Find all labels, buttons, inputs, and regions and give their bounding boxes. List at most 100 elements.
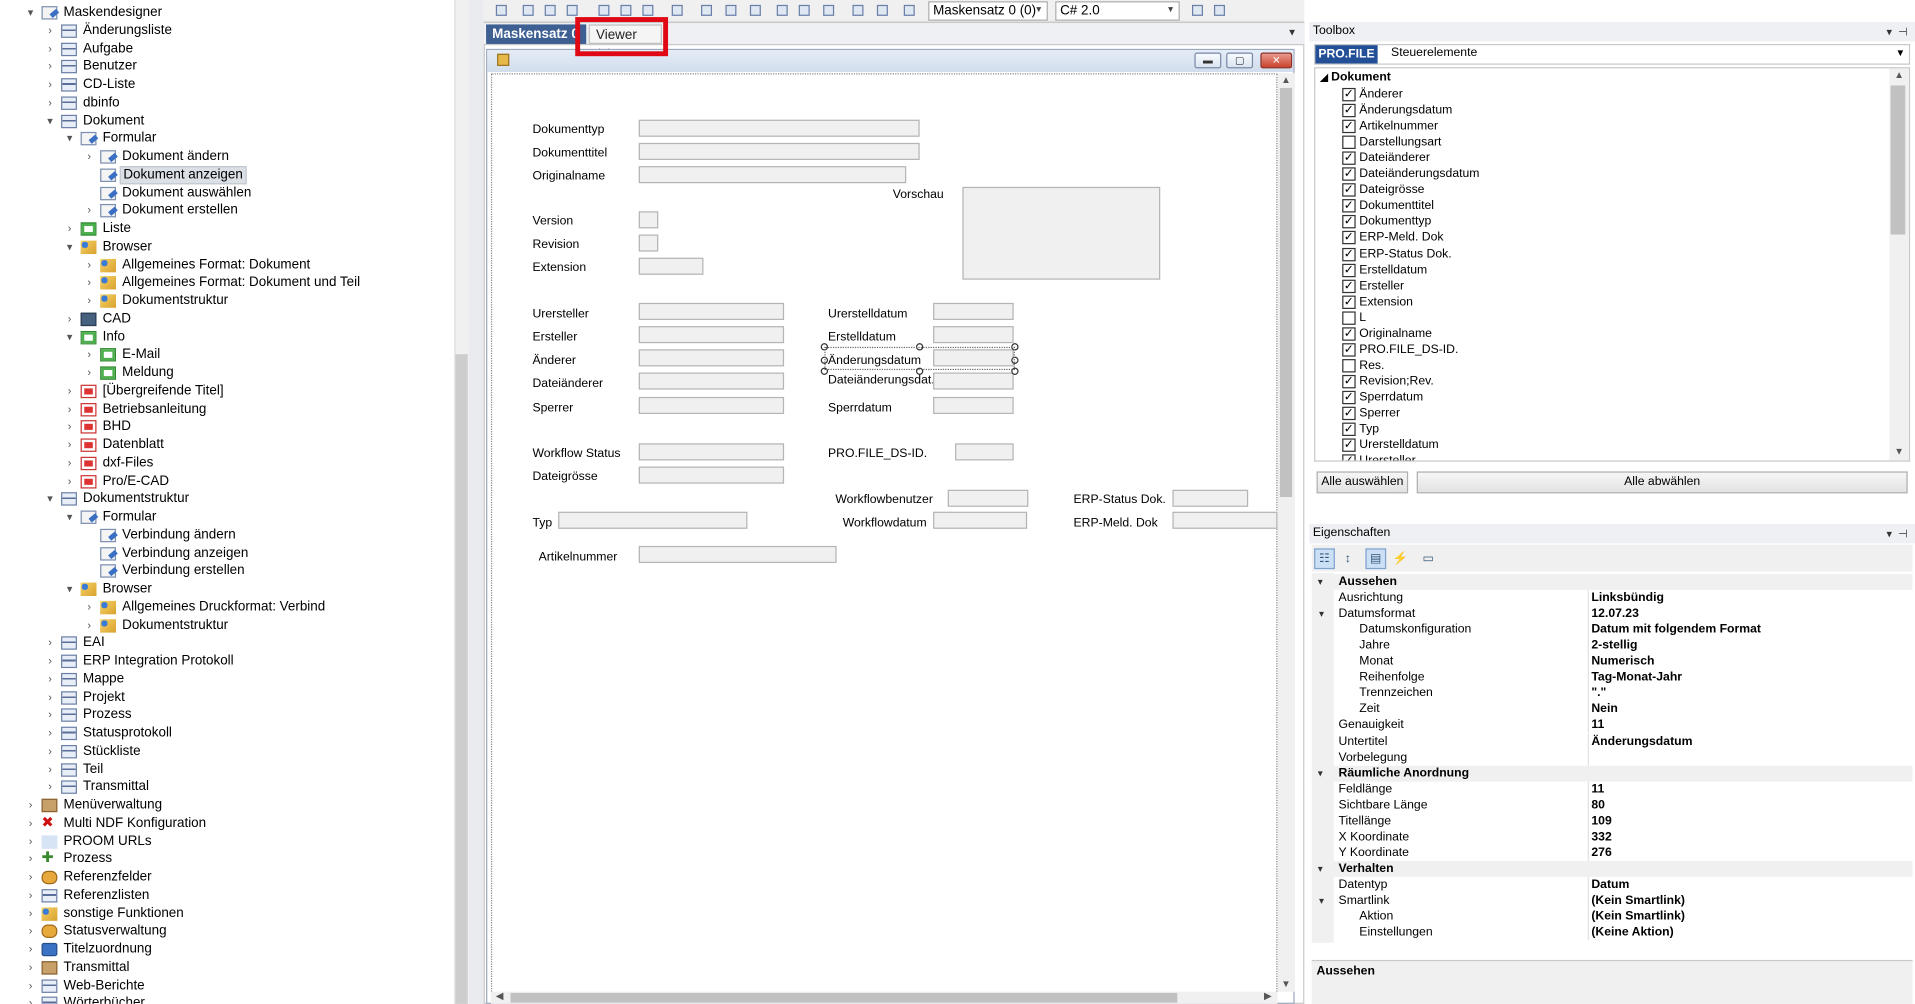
- field-label-version[interactable]: Version: [532, 215, 573, 230]
- field-input-dateiaenderer[interactable]: [638, 372, 785, 390]
- tree-scrollbar-thumb[interactable]: [455, 354, 468, 1004]
- property-row[interactable]: Vorbelegung: [1312, 749, 1913, 766]
- property-value[interactable]: 276: [1591, 845, 1611, 861]
- field-label-workflowdatum[interactable]: Workflowdatum: [843, 517, 927, 532]
- run-icon[interactable]: [1190, 2, 1206, 18]
- collapse-icon[interactable]: ◢: [1320, 72, 1328, 83]
- align-bottom-icon[interactable]: [640, 2, 656, 18]
- form-horizontal-scrollbar-thumb[interactable]: [510, 992, 1178, 1003]
- expand-arrow-icon[interactable]: ›: [44, 58, 56, 76]
- field-input-dokumenttitel[interactable]: [638, 142, 920, 160]
- tree-item[interactable]: › [Übergreifende Titel]: [0, 382, 454, 400]
- field-input-dateigroesse[interactable]: [638, 466, 785, 484]
- field-label-dateiaenderer[interactable]: Dateiänderer: [532, 377, 603, 392]
- language-select[interactable]: C# 2.0 ▼: [1055, 1, 1180, 21]
- checkbox[interactable]: [1342, 311, 1356, 325]
- tree-item[interactable]: › Statusprotokoll: [0, 724, 454, 742]
- checkbox[interactable]: [1342, 358, 1356, 373]
- expand-arrow-icon[interactable]: ›: [83, 256, 95, 274]
- toolbox-group-header[interactable]: ◢ Dokument: [1320, 71, 1391, 84]
- expand-arrow-icon[interactable]: ›: [83, 616, 95, 634]
- increase-vspacing-icon[interactable]: [796, 2, 812, 18]
- expand-arrow-icon[interactable]: ›: [44, 40, 56, 58]
- checkbox[interactable]: ✓: [1342, 119, 1356, 134]
- collapse-arrow-icon[interactable]: ▾: [64, 580, 76, 598]
- tree-item[interactable]: ▾ Info: [0, 328, 454, 346]
- expand-arrow-icon[interactable]: ›: [24, 850, 36, 868]
- expand-arrow-icon[interactable]: ›: [24, 904, 36, 922]
- expand-arrow-icon[interactable]: ›: [64, 418, 76, 436]
- scroll-left-icon[interactable]: ◀: [492, 990, 507, 1001]
- collapse-icon[interactable]: ▾: [1318, 861, 1323, 877]
- properties-icon[interactable]: ▤: [1365, 548, 1387, 570]
- maximize-icon[interactable]: ▢: [1226, 52, 1254, 69]
- minimize-icon[interactable]: ▬: [1194, 52, 1222, 69]
- decrease-vspacing-icon[interactable]: [821, 2, 837, 18]
- field-input-ersteller[interactable]: [638, 326, 785, 344]
- expand-arrow-icon[interactable]: ›: [44, 742, 56, 760]
- tree-item[interactable]: › Wörterbücher: [0, 994, 454, 1004]
- align-right-icon[interactable]: [564, 2, 580, 18]
- save-icon[interactable]: [493, 2, 509, 18]
- export-icon[interactable]: [1212, 2, 1228, 18]
- checkbox[interactable]: ✓: [1342, 247, 1356, 261]
- tree-item[interactable]: › Stückliste: [0, 742, 454, 760]
- expand-arrow-icon[interactable]: ›: [83, 598, 95, 616]
- field-input-erstelldatum[interactable]: [933, 326, 1014, 344]
- tree-item[interactable]: › Multi NDF Konfiguration: [0, 813, 454, 832]
- scroll-down-icon[interactable]: ▼: [1892, 446, 1907, 457]
- property-row[interactable]: ▾ Datumsformat 12.07.23: [1312, 605, 1913, 622]
- tree-item[interactable]: Verbindung ändern: [0, 526, 454, 544]
- tab-maskensatz[interactable]: Maskensatz 0 (0): [486, 24, 587, 61]
- property-value[interactable]: 80: [1591, 797, 1605, 813]
- tree-item[interactable]: › EAI: [0, 634, 454, 652]
- tree-item[interactable]: › Referenzfelder: [0, 868, 454, 886]
- checkbox[interactable]: ✓: [1342, 374, 1356, 389]
- align-left-icon[interactable]: [520, 2, 536, 18]
- decrease-spacing-icon[interactable]: [747, 2, 763, 18]
- collapse-arrow-icon[interactable]: ▾: [24, 4, 36, 22]
- field-input-erp-meld[interactable]: [1172, 511, 1278, 529]
- field-label-typ[interactable]: Typ: [532, 517, 552, 532]
- property-row[interactable]: Genauigkeit 11: [1312, 717, 1913, 734]
- field-label-originalname[interactable]: Originalname: [532, 170, 605, 185]
- size-to-grid-icon[interactable]: [669, 2, 685, 18]
- checkbox[interactable]: ✓: [1342, 215, 1356, 229]
- expand-arrow-icon[interactable]: ›: [83, 346, 95, 364]
- property-value[interactable]: Änderungsdatum: [1591, 733, 1692, 749]
- expand-arrow-icon[interactable]: ›: [24, 976, 36, 994]
- expand-arrow-icon[interactable]: ›: [83, 202, 95, 220]
- field-input-typ[interactable]: [558, 511, 748, 529]
- property-value[interactable]: Linksbündig: [1591, 590, 1664, 606]
- property-row[interactable]: Ausrichtung Linksbündig: [1312, 589, 1913, 606]
- expand-arrow-icon[interactable]: ›: [64, 472, 76, 490]
- tree-item[interactable]: › Aufgabe: [0, 40, 454, 58]
- field-label-sperrer[interactable]: Sperrer: [532, 402, 573, 417]
- tree-item[interactable]: › Transmittal: [0, 778, 454, 796]
- toolbox-category-select[interactable]: Steuerelemente ▼: [1314, 43, 1911, 65]
- scroll-right-icon[interactable]: ▶: [1260, 990, 1275, 1001]
- property-value[interactable]: Numerisch: [1591, 654, 1654, 670]
- pin-icon[interactable]: ▾ ⊣: [1886, 22, 1907, 42]
- tree-item[interactable]: › CAD: [0, 310, 454, 328]
- tree-item[interactable]: › BHD: [0, 418, 454, 436]
- property-row[interactable]: Y Koordinate 276: [1312, 844, 1913, 861]
- property-value[interactable]: 332: [1591, 829, 1611, 845]
- checkbox[interactable]: ✓: [1342, 295, 1356, 309]
- tree-item[interactable]: › Dokument ändern: [0, 148, 454, 166]
- field-label-urersteller[interactable]: Urersteller: [532, 308, 588, 323]
- field-input-workflowbenutzer[interactable]: [947, 489, 1029, 507]
- property-row[interactable]: Datentyp Datum: [1312, 876, 1913, 893]
- field-input-extension[interactable]: [638, 257, 704, 275]
- deselect-all-button[interactable]: Alle abwählen: [1416, 471, 1908, 494]
- expand-arrow-icon[interactable]: ›: [44, 760, 56, 778]
- field-label-dokumenttitel[interactable]: Dokumenttitel: [532, 147, 607, 162]
- field-label-workflowbenutzer[interactable]: Workflowbenutzer: [835, 493, 933, 508]
- field-label-revision[interactable]: Revision: [532, 238, 579, 253]
- checkbox[interactable]: ✓: [1342, 422, 1356, 437]
- field-label-erp-status[interactable]: ERP-Status Dok.: [1074, 493, 1166, 508]
- tree-item[interactable]: › Transmittal: [0, 958, 454, 976]
- scroll-down-icon[interactable]: ▼: [1279, 978, 1294, 989]
- expand-arrow-icon[interactable]: ›: [83, 292, 95, 310]
- tree-item[interactable]: ▾ Formular: [0, 508, 454, 526]
